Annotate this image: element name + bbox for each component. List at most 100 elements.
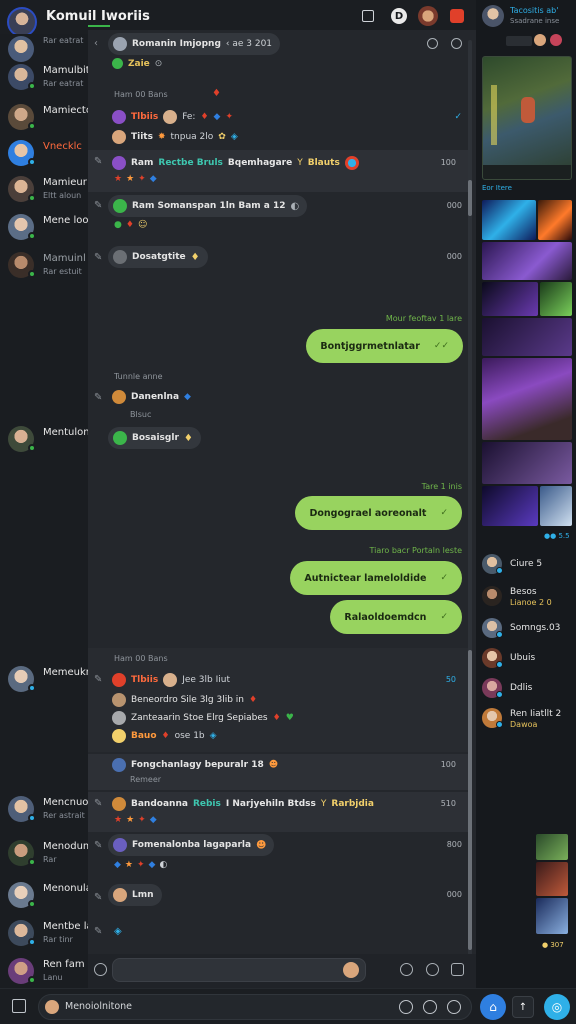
mic-icon[interactable] — [399, 1000, 413, 1014]
sent-bubble[interactable]: Ralaoldoemdcn ✓ — [330, 600, 462, 634]
sent-bubble[interactable]: Bontjggrmetnlatar ✓✓ — [306, 329, 463, 363]
reply-icon[interactable]: ✎ — [94, 926, 102, 937]
reply-icon[interactable]: ✎ — [94, 392, 102, 403]
message-row[interactable]: ✎ Bandoanna Rebis I Narjyehiln Btdss Y R… — [88, 792, 470, 832]
media-tile[interactable] — [482, 486, 538, 526]
scrollbar-thumb-upper[interactable] — [468, 180, 472, 216]
avatar-icon[interactable] — [418, 6, 438, 26]
contact-item[interactable]: Somngs.03 — [480, 616, 576, 642]
list-item[interactable]: Menonulam — [0, 880, 88, 916]
more-icon[interactable] — [451, 38, 462, 49]
message-text: Bosaisglr — [132, 433, 179, 443]
reply-icon[interactable]: ✎ — [94, 252, 102, 263]
search-icon[interactable] — [427, 38, 438, 49]
message-line[interactable]: Danenlna ◆ — [112, 390, 191, 404]
message-time: 000 — [446, 252, 462, 261]
back-icon[interactable]: ‹ — [94, 38, 98, 49]
user-avatar[interactable] — [7, 7, 37, 37]
scrollbar-thumb[interactable] — [468, 650, 472, 950]
reply-icon[interactable]: ✎ — [94, 798, 102, 809]
avatar[interactable] — [482, 5, 504, 27]
status-icon[interactable]: D — [391, 8, 407, 24]
clipboard-icon[interactable] — [423, 1000, 437, 1014]
list-item[interactable]: Mamieur Eltt aloun — [0, 174, 88, 210]
contact-item[interactable]: Ren Iiatllt 2 Dawoa — [480, 706, 576, 732]
message-time: 000 — [446, 201, 462, 210]
media-tile[interactable] — [540, 486, 572, 526]
thread-row[interactable]: Bauo ♦ ose 1b ◈ — [112, 729, 217, 743]
reactions[interactable]: ★ ★ ✦ ◆ — [114, 815, 157, 825]
thread-row[interactable]: Tlbiis Fe: ♦ ◆ ✦ — [112, 110, 233, 124]
list-item[interactable]: Mamulbit Rar eatrat — [0, 62, 88, 98]
reactions[interactable]: ◆ ★ ✦ ◆ ◐ — [114, 860, 167, 870]
thread-row[interactable]: Beneordro Sile 3lg 3lib in ♦ — [112, 693, 257, 707]
row-name: Tlbiis — [131, 675, 159, 685]
sticker-icon[interactable] — [426, 963, 439, 976]
layout-icon[interactable] — [362, 10, 374, 22]
media-tile[interactable] — [482, 318, 572, 356]
reply-icon[interactable]: ✎ — [94, 200, 102, 211]
reply-icon[interactable]: ✎ — [94, 156, 102, 167]
media-tile[interactable] — [482, 358, 572, 440]
media-tile[interactable] — [536, 862, 568, 896]
list-item[interactable]: Mentbe lar Rar tinr — [0, 918, 88, 954]
reply-icon[interactable]: ✎ — [94, 892, 102, 903]
online-dot — [28, 900, 36, 908]
list-item[interactable]: Mamuinl Rar estuit — [0, 250, 88, 286]
media-tile[interactable] — [536, 898, 568, 934]
contact-item[interactable]: Besos Lianoe 2 0 — [480, 584, 576, 610]
contact-item[interactable]: Ciure 5 — [480, 552, 576, 578]
media-tile[interactable] — [536, 834, 568, 860]
thread-row[interactable]: Zanteaarin Stoe Elrg Sepiabes ♦ ♥ — [112, 711, 294, 725]
message-chip[interactable]: Dosatgtite ♦ — [108, 246, 208, 268]
search-input[interactable]: Menoiolnitone — [38, 994, 472, 1020]
message-input[interactable] — [112, 958, 366, 982]
bell-icon[interactable] — [450, 9, 464, 23]
list-item[interactable]: Mene loo — [0, 212, 88, 248]
thread-header-chip[interactable]: Romanin Imjopng ‹ ae 3 201 — [108, 33, 281, 55]
list-item[interactable]: Mamiectc — [0, 102, 88, 138]
reply-icon[interactable]: ✎ — [94, 840, 102, 851]
reactions[interactable]: ● ♦ ☺ — [114, 220, 147, 230]
list-item[interactable]: Vnecklc — [0, 138, 88, 174]
stream-preview[interactable] — [482, 56, 572, 180]
message-chip[interactable]: Ram Somanspan 1ln Bam a 12 ◐ — [108, 195, 308, 217]
message-row[interactable]: ✎ Ram Rectbe Bruls Bqemhagare Y Blauts ★… — [88, 150, 470, 192]
settings-button[interactable]: ◎ — [544, 994, 570, 1020]
sent-bubble[interactable]: Dongograel aoreonalt ✓ — [295, 496, 462, 530]
sent-bubble[interactable]: Autnictear lameloldide ✓ — [290, 561, 462, 595]
media-tile[interactable] — [482, 282, 538, 316]
list-item-name: Menonulam — [43, 883, 88, 894]
sender-tag: Rectbe Bruls — [158, 158, 223, 168]
media-tile[interactable] — [540, 282, 572, 316]
contact-item[interactable]: Ubuis — [480, 646, 576, 672]
sidebar-toggle-icon[interactable] — [12, 999, 26, 1013]
media-tile[interactable] — [482, 242, 572, 280]
message-chip[interactable]: Lmn — [108, 884, 162, 906]
list-item[interactable]: Menodum Rar — [0, 838, 88, 874]
list-item[interactable]: Mencnuol Rer astrait — [0, 794, 88, 830]
contact-item[interactable]: Ddlis — [480, 676, 576, 702]
media-tile[interactable] — [482, 200, 536, 240]
emoji-icon[interactable] — [447, 1000, 461, 1014]
thread-row[interactable]: Tiits ✸ tnpua 2lo ✿ ◈ — [112, 130, 238, 144]
media-tile[interactable] — [482, 442, 572, 484]
avatar — [113, 37, 127, 51]
reply-icon[interactable]: ✎ — [94, 674, 102, 685]
emoji-icon[interactable] — [94, 963, 107, 976]
message-chip[interactable]: Bosaisglr ♦ — [108, 427, 201, 449]
message-row[interactable]: Fongchanlagy bepuralr 18 ☻ Remeer 100 — [88, 754, 470, 790]
gif-icon[interactable] — [451, 963, 464, 976]
list-item[interactable]: Ren fam Lanu — [0, 956, 88, 992]
list-item-sub: Rar estuit — [43, 267, 82, 276]
scrollbar[interactable] — [468, 40, 472, 970]
attach-icon[interactable] — [400, 963, 413, 976]
list-item[interactable]: Mentulon — [0, 424, 88, 460]
home-button[interactable]: ⌂ — [480, 994, 506, 1020]
thread-row[interactable]: Tlbiis Jee 3lb Iiut — [112, 673, 230, 687]
message-chip[interactable]: Fomenalonba lagaparla ☻ — [108, 834, 275, 856]
upload-button[interactable]: ↑ — [512, 996, 534, 1018]
media-tile[interactable] — [538, 200, 572, 240]
list-item[interactable]: Memeuknb — [0, 664, 88, 700]
reactions[interactable]: ★ ★ ✦ ◆ — [114, 174, 157, 184]
